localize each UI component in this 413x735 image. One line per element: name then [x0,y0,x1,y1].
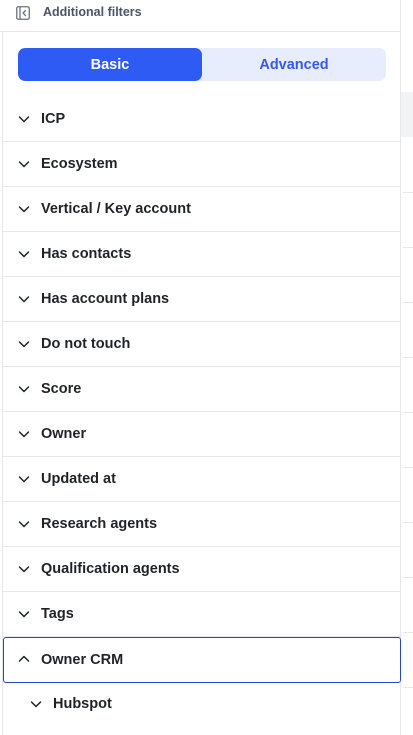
filter-row-owner[interactable]: Owner [3,412,401,457]
filter-list: ICP Ecosystem Vertical / Key account Has co… [3,97,401,727]
table-divider [403,357,413,358]
chevron-down-icon [17,247,31,261]
filter-label: Qualification agents [41,561,180,577]
panel-collapse-icon[interactable] [14,4,32,22]
filter-label: Has account plans [41,291,170,307]
basic-tab[interactable]: Basic [18,48,202,81]
chevron-down-icon [17,292,31,306]
chevron-up-icon [17,652,31,666]
filter-label: Research agents [41,516,158,532]
filter-row-owner-crm[interactable]: Owner CRM [3,637,401,683]
filter-row-icp[interactable]: ICP [3,97,401,142]
filter-row-tags[interactable]: Tags [3,592,401,637]
sub-filter-label: Hubspot [53,696,112,712]
background-table [401,0,413,735]
chevron-down-icon [17,607,31,621]
filter-row-vertical-key-account[interactable]: Vertical / Key account [3,187,401,232]
chevron-down-icon [17,157,31,171]
filter-row-score[interactable]: Score [3,367,401,412]
advanced-tab[interactable]: Advanced [202,48,386,81]
chevron-down-icon [29,697,43,711]
filter-row-has-contacts[interactable]: Has contacts [3,232,401,277]
filter-row-has-account-plans[interactable]: Has account plans [3,277,401,322]
filter-label: Owner CRM [41,652,124,668]
chevron-down-icon [17,337,31,351]
sub-filter-row-hubspot[interactable]: Hubspot [3,683,401,727]
panel-title: Additional filters [43,5,142,19]
filter-row-qualification-agents[interactable]: Qualification agents [3,547,401,592]
filter-label: Vertical / Key account [41,201,191,217]
filter-label: Has contacts [41,246,132,262]
chevron-down-icon [17,517,31,531]
filter-row-do-not-touch[interactable]: Do not touch [3,322,401,367]
table-divider [403,522,413,523]
additional-filters-panel: Additional filters Basic Advanced ICP Eco… [0,0,401,735]
filter-row-ecosystem[interactable]: Ecosystem [3,142,401,187]
panel-header: Additional filters [0,0,401,32]
filter-label: Updated at [41,471,116,487]
filter-row-research-agents[interactable]: Research agents [3,502,401,547]
filter-label: Do not touch [41,336,131,352]
filter-label: Tags [41,606,74,622]
chevron-down-icon [17,472,31,486]
filter-label: Owner [41,426,87,442]
filter-label: Score [41,381,82,397]
table-divider [403,302,413,303]
filter-row-updated-at[interactable]: Updated at [3,457,401,502]
table-divider [403,247,413,248]
basic-advanced-toggle: Basic Advanced [18,48,386,81]
table-divider [403,412,413,413]
chevron-down-icon [17,427,31,441]
table-divider [403,192,413,193]
chevron-down-icon [17,562,31,576]
chevron-down-icon [17,202,31,216]
table-divider [403,687,413,688]
table-divider [403,632,413,633]
chevron-down-icon [17,112,31,126]
filter-label: ICP [41,111,66,127]
filter-label: Ecosystem [41,156,118,172]
table-row-highlight [401,92,413,137]
table-divider [403,577,413,578]
chevron-down-icon [17,382,31,396]
table-divider [403,467,413,468]
